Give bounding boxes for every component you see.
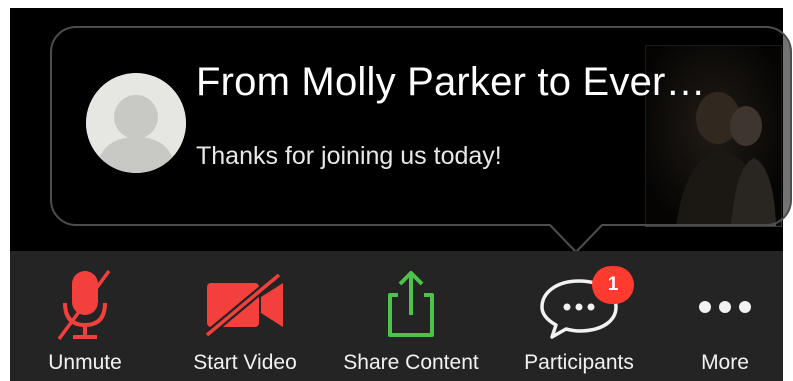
default-user-avatar-icon [86,73,186,173]
meeting-toolbar: Unmute Start Video Share Content Partici… [10,251,783,381]
share-content-button[interactable]: Share Content [343,251,479,381]
participants-notification-badge: 1 [592,266,634,304]
chat-message-body: Thanks for joining us today! [196,142,502,170]
meeting-screen: From Molly Parker to Ever… Thanks for jo… [0,0,793,381]
chat-message-title: From Molly Parker to Ever… [196,60,706,104]
more-label: More [701,351,749,374]
share-upload-icon [388,271,434,337]
more-dots-icon [699,301,751,313]
participants-label: Participants [524,351,634,374]
unmute-button[interactable]: Unmute [35,251,135,381]
share-content-label: Share Content [343,351,479,374]
start-video-label: Start Video [193,351,297,374]
unmute-label: Unmute [48,351,122,374]
video-camera-off-icon [204,271,283,339]
start-video-button[interactable]: Start Video [185,251,305,381]
bubble-pointer [549,224,603,254]
microphone-muted-icon [57,269,111,341]
more-button[interactable]: More [685,251,765,381]
